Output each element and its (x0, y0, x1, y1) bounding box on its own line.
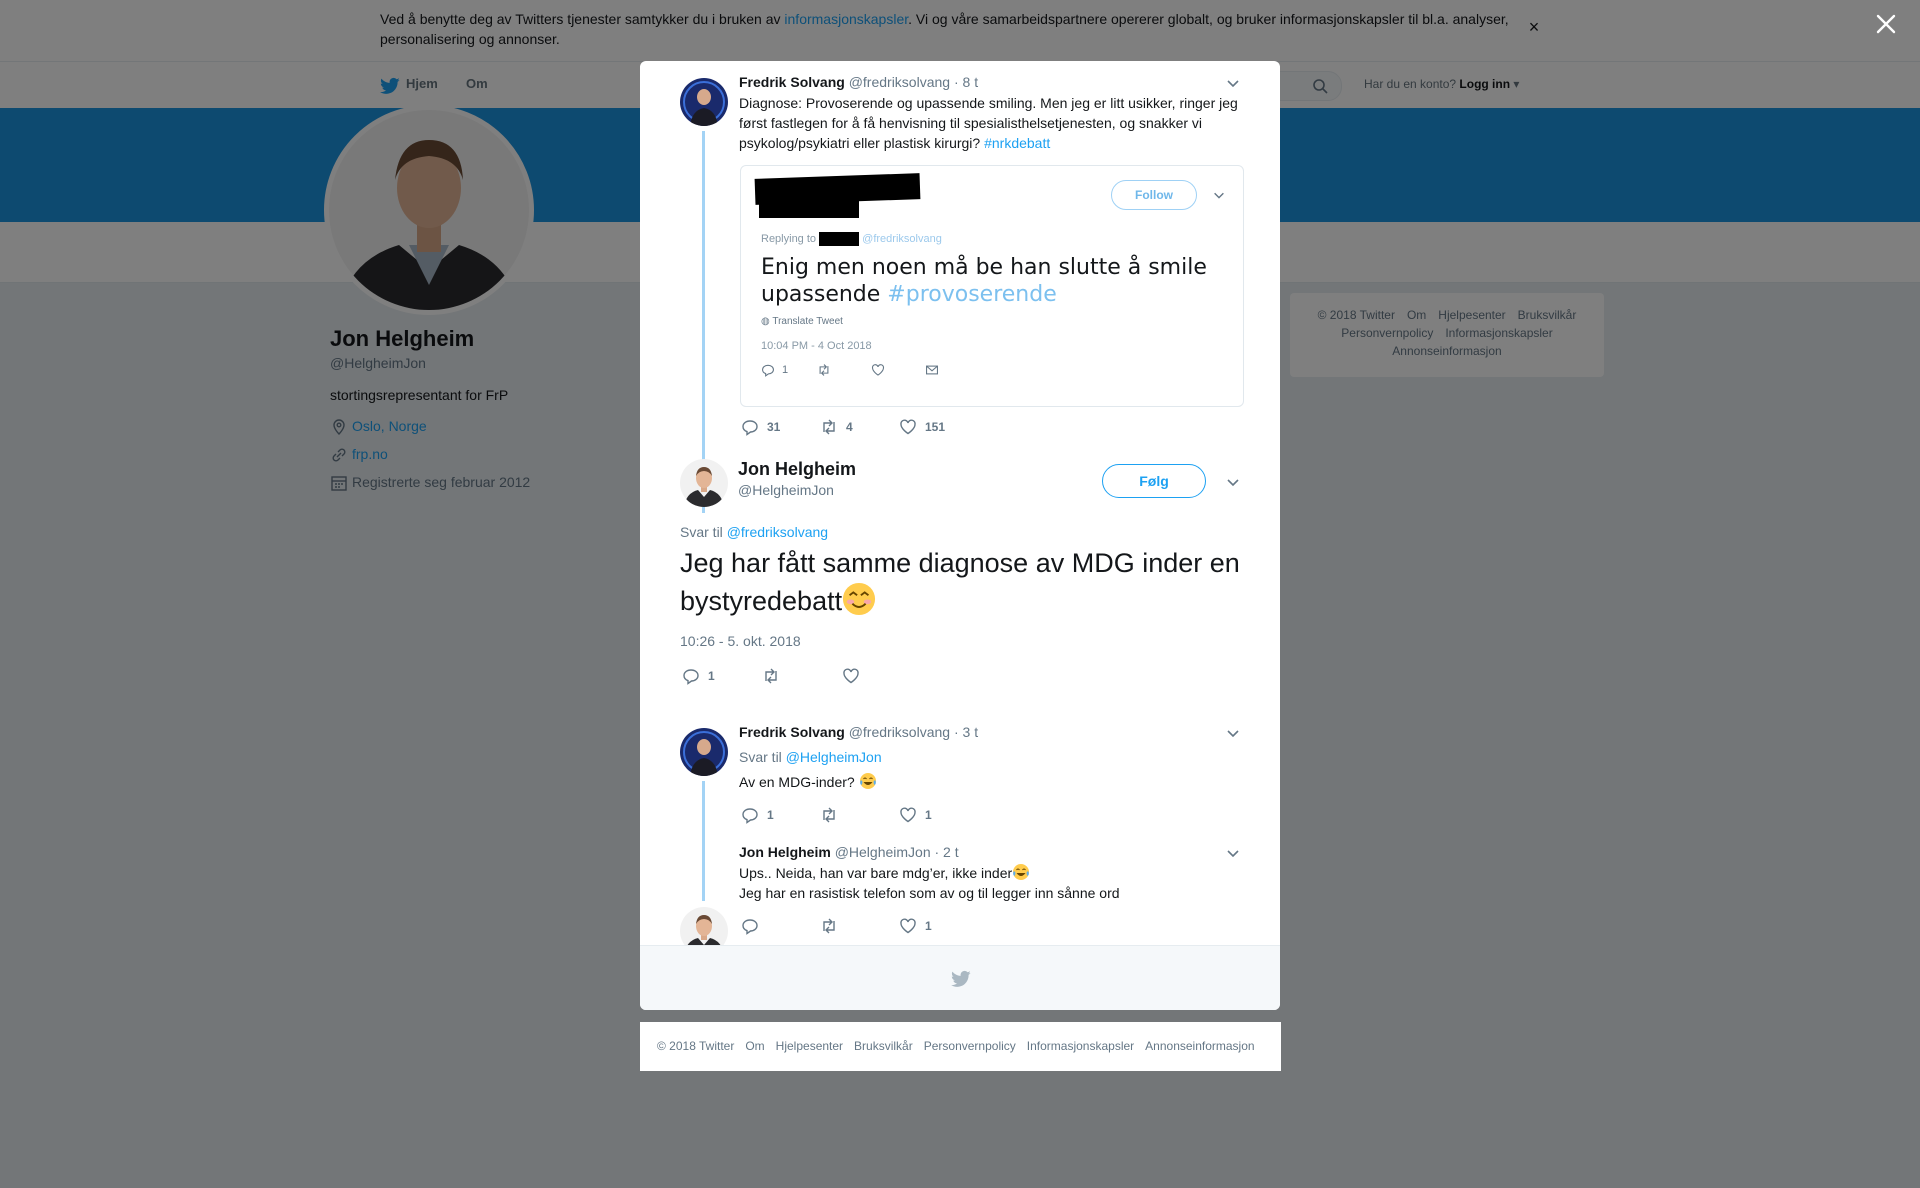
reply-count: 1 (708, 669, 715, 683)
retweet-count: 4 (846, 420, 853, 434)
reply-context: Svar til @fredriksolvang (680, 524, 829, 540)
thread-line (702, 131, 705, 513)
tweet-modal: Fredrik Solvang @fredriksolvang · 8 t Di… (640, 61, 1280, 1010)
tweet-time[interactable]: · 2 t (935, 844, 959, 860)
tweet-author-name[interactable]: Fredrik Solvang (739, 724, 845, 740)
embedded-tweet-image[interactable]: Follow Replying to @fredriksolvang Enig … (740, 165, 1244, 407)
embed-actions: 1 (761, 363, 961, 381)
tweet-author-handle[interactable]: @fredriksolvang (849, 74, 950, 90)
like-count: 1 (925, 808, 932, 822)
embed-replying-to: Replying to @fredriksolvang (761, 232, 942, 246)
main-tweet-time: 10:26 - 5. okt. 2018 (680, 633, 801, 649)
close-icon[interactable] (1874, 12, 1898, 36)
redaction-block (759, 196, 859, 218)
footer-link[interactable]: Bruksvilkår (854, 1039, 913, 1053)
tweet-time[interactable]: · 8 t (954, 74, 978, 90)
retweet-button[interactable] (820, 806, 846, 824)
modal-bottom-footer: © 2018 Twitter Om Hjelpesenter Bruksvilkår P… (640, 1022, 1281, 1071)
like-count: 151 (925, 420, 946, 434)
globe-icon: ◍ (761, 316, 770, 327)
tweet-text: Diagnose: Provoserende og upassende smil… (739, 95, 1238, 151)
avatar[interactable] (680, 728, 728, 776)
like-button[interactable]: 1 (899, 917, 932, 935)
twitter-bird-icon (951, 970, 971, 987)
reply-icon (742, 919, 758, 935)
tweet-author-handle[interactable]: @fredriksolvang (849, 724, 950, 740)
reply-handle-link[interactable]: @HelgheimJon (786, 749, 882, 765)
tweet-header: Jon Helgheim @HelgheimJon · 2 t (739, 844, 959, 860)
footer-link[interactable]: Personvernpolicy (924, 1039, 1016, 1053)
smiling-face-with-heart-eyes-emoji (843, 582, 876, 616)
reply-icon (742, 808, 758, 824)
retweet-button[interactable]: 4 (820, 418, 853, 436)
retweet-icon (823, 419, 835, 435)
footer-link[interactable]: Annonseinformasjon (1145, 1039, 1254, 1053)
avatar[interactable] (680, 78, 728, 126)
tweet-text: Ups.. Neida, han var bare mdg’er, ikke i… (739, 864, 1120, 901)
tweet-header: Fredrik Solvang @fredriksolvang · 3 t (739, 724, 978, 740)
embed-follow-button: Follow (1111, 180, 1197, 210)
tweet-actions: 1 (741, 917, 961, 937)
heart-icon (900, 807, 916, 823)
footer-link[interactable]: © 2018 Twitter (657, 1039, 734, 1053)
tweet-author-name[interactable]: Jon Helgheim (738, 459, 856, 480)
retweet-icon (765, 668, 777, 684)
footer-link[interactable]: Informasjonskapsler (1027, 1039, 1134, 1053)
chevron-down-icon[interactable] (1225, 845, 1241, 861)
reply-button[interactable] (741, 917, 767, 935)
face-with-tears-of-joy-emoji (1013, 864, 1030, 880)
reply-icon (742, 420, 758, 436)
tweet-actions: 31 4 151 (741, 418, 1041, 438)
retweet-icon (823, 807, 835, 823)
redaction-block (819, 232, 860, 246)
chevron-down-icon[interactable] (1225, 474, 1241, 490)
chevron-down-icon[interactable] (1225, 725, 1241, 741)
embed-translate: ◍ Translate Tweet (761, 316, 843, 327)
reply-handle-link[interactable]: @fredriksolvang (727, 524, 828, 540)
tweet-header: Fredrik Solvang @fredriksolvang · 8 t (739, 74, 978, 90)
tweet-text: Av en MDG-inder? (739, 772, 877, 792)
avatar[interactable] (680, 459, 728, 507)
retweet-icon (819, 364, 829, 376)
tweet-actions: 1 (682, 667, 902, 687)
like-button[interactable]: 151 (899, 418, 945, 436)
footer-link[interactable]: Om (745, 1039, 764, 1053)
face-with-tears-of-joy-emoji (859, 773, 876, 789)
tweet-time[interactable]: · 3 t (954, 724, 978, 740)
tweet-author-handle[interactable]: @HelgheimJon (738, 482, 834, 498)
embed-time: 10:04 PM - 4 Oct 2018 (761, 340, 872, 352)
heart-icon (900, 419, 916, 435)
heart-icon (872, 364, 884, 376)
reply-count: 1 (767, 808, 774, 822)
chevron-down-icon (1214, 192, 1224, 199)
mail-icon (926, 365, 938, 375)
reply-count: 31 (767, 420, 781, 434)
reply-button[interactable]: 31 (741, 418, 780, 436)
tweet-actions: 1 1 (741, 806, 961, 826)
embed-tweet-text: Enig men noen må be han slutte å smile u… (761, 255, 1207, 307)
reply-icon (762, 364, 774, 377)
follow-button[interactable]: Følg (1102, 464, 1206, 498)
chevron-down-icon[interactable] (1225, 75, 1241, 91)
footer-link[interactable]: Hjelpesenter (776, 1039, 843, 1053)
retweet-icon (823, 918, 835, 934)
tweet-author-name[interactable]: Jon Helgheim (739, 844, 831, 860)
reply-icon (683, 669, 699, 685)
main-tweet-text: Jeg har fått samme diagnose av MDG inder… (680, 548, 1240, 616)
heart-icon (843, 668, 859, 684)
modal-footer (640, 945, 1280, 1010)
like-count: 1 (925, 919, 932, 933)
reply-button[interactable]: 1 (682, 667, 715, 685)
reply-button[interactable]: 1 (741, 806, 774, 824)
like-button[interactable] (842, 667, 868, 685)
hashtag-link[interactable]: #nrkdebatt (984, 135, 1050, 151)
retweet-button[interactable] (762, 667, 788, 685)
heart-icon (900, 918, 916, 934)
reply-context: Svar til @HelgheimJon (739, 749, 882, 765)
retweet-button[interactable] (820, 917, 846, 935)
tweet-author-handle[interactable]: @HelgheimJon (835, 844, 931, 860)
like-button[interactable]: 1 (899, 806, 932, 824)
thread-line (702, 781, 705, 901)
tweet-author-name[interactable]: Fredrik Solvang (739, 74, 845, 90)
